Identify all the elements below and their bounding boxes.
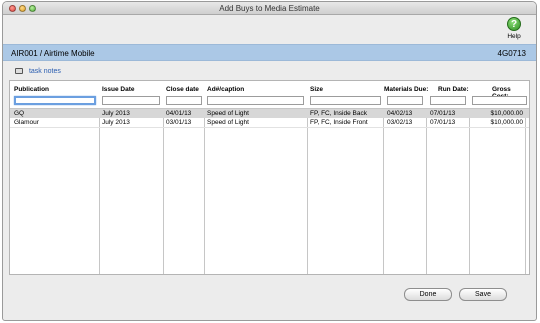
estimate-header-bar: AIR001 / Airtime Mobile 4G0713 [3, 44, 536, 61]
gross-cost-filter-input[interactable] [472, 96, 527, 105]
column-divider [426, 108, 427, 274]
column-divider [307, 108, 308, 274]
column-header-run-date[interactable]: Run Date: [438, 86, 469, 93]
done-button[interactable]: Done [404, 288, 452, 301]
title-bar: Add Buys to Media Estimate [3, 2, 536, 15]
task-notes-link[interactable]: task notes [15, 68, 61, 75]
ad-caption-filter-input[interactable] [207, 96, 304, 105]
run-date-cell: 07/01/13 [430, 119, 456, 126]
column-header-ad-caption[interactable]: Ad#/caption [207, 86, 244, 93]
row-divider [10, 127, 529, 128]
estimate-name: AIR001 / Airtime Mobile [11, 49, 95, 58]
window-title: Add Buys to Media Estimate [219, 4, 320, 13]
table-row[interactable]: Glamour July 2013 03/01/13 Speed of Ligh… [10, 118, 529, 127]
column-divider [163, 108, 164, 274]
column-header-issue-date[interactable]: Issue Date [102, 86, 135, 93]
help-question-icon: ? [507, 17, 521, 31]
ad-caption-cell: Speed of Light [207, 110, 249, 117]
publication-cell: Glamour [14, 119, 39, 126]
column-divider [204, 108, 205, 274]
close-date-cell: 03/01/13 [166, 119, 192, 126]
gross-cost-cell: $10,000.00 [490, 119, 523, 126]
column-divider [383, 108, 384, 274]
column-divider [99, 108, 100, 274]
column-divider [469, 108, 470, 274]
add-buys-window: Add Buys to Media Estimate ? Help AIR001… [2, 1, 537, 321]
help-label: Help [507, 33, 521, 40]
save-button[interactable]: Save [459, 288, 507, 301]
ad-caption-cell: Speed of Light [207, 119, 249, 126]
publication-filter-input[interactable] [14, 96, 96, 105]
run-date-cell: 07/01/13 [430, 110, 456, 117]
table-row[interactable]: GQ July 2013 04/01/13 Speed of Light FP,… [10, 109, 529, 118]
column-header-size[interactable]: Size [310, 86, 323, 93]
buys-table: Publication Issue Date Close date Ad#/ca… [9, 80, 530, 275]
column-header-materials-due[interactable]: Materials Due: [384, 86, 428, 93]
size-filter-input[interactable] [310, 96, 381, 105]
issue-date-cell: July 2013 [102, 119, 130, 126]
run-date-filter-input[interactable] [430, 96, 466, 105]
size-cell: FP, FC, Inside Back [310, 110, 367, 117]
estimate-code: 4G0713 [497, 49, 526, 58]
close-date-filter-input[interactable] [166, 96, 202, 105]
issue-date-cell: July 2013 [102, 110, 130, 117]
materials-due-cell: 03/02/13 [387, 119, 413, 126]
issue-date-filter-input[interactable] [102, 96, 160, 105]
column-header-publication[interactable]: Publication [14, 86, 49, 93]
materials-due-cell: 04/02/13 [387, 110, 413, 117]
column-divider [525, 108, 526, 274]
publication-cell: GQ [14, 110, 25, 117]
folder-icon [15, 68, 23, 74]
size-cell: FP, FC, Inside Front [310, 119, 368, 126]
task-notes-label: task notes [28, 68, 61, 75]
materials-due-filter-input[interactable] [387, 96, 423, 105]
gross-cost-cell: $10,000.00 [490, 110, 523, 117]
help-button[interactable]: ? Help [504, 17, 524, 40]
close-date-cell: 04/01/13 [166, 110, 192, 117]
column-header-close-date[interactable]: Close date [166, 86, 199, 93]
